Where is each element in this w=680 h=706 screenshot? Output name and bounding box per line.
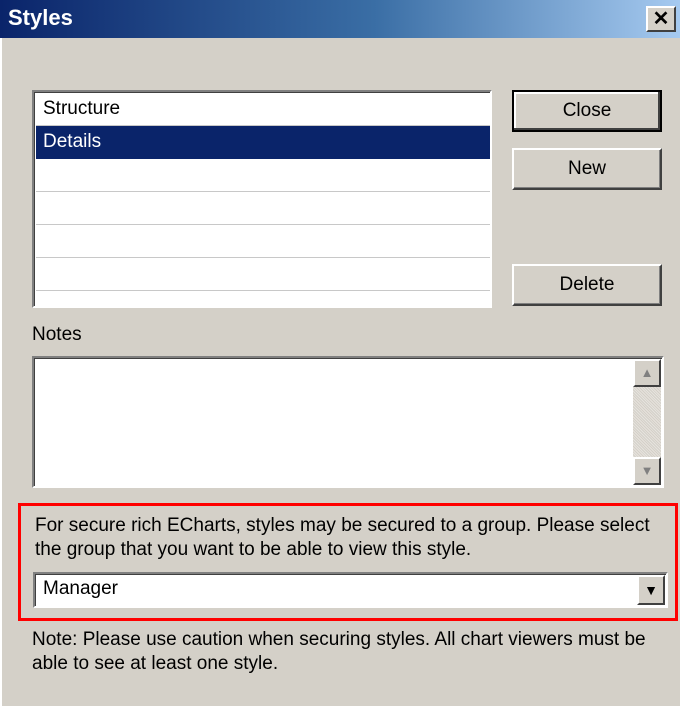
close-button[interactable]: Close (512, 90, 662, 132)
list-item-selected[interactable]: Details (36, 126, 490, 159)
arrow-down-icon: ▼ (640, 463, 654, 478)
list-item[interactable]: Structure (36, 93, 490, 126)
window-close-button[interactable]: ✕ (646, 6, 676, 32)
delete-button[interactable]: Delete (512, 264, 662, 306)
close-icon: ✕ (652, 8, 670, 30)
title-bar: Styles ✕ (0, 0, 680, 38)
scroll-up-button[interactable]: ▲ (633, 359, 661, 387)
arrow-up-icon: ▲ (640, 365, 654, 380)
notes-label: Notes (32, 324, 82, 345)
caution-note: Note: Please use caution when securing s… (32, 629, 646, 674)
styles-listbox[interactable]: Structure Details (32, 90, 492, 308)
list-item[interactable] (36, 258, 490, 291)
new-button[interactable]: New (512, 148, 662, 190)
list-item[interactable] (36, 159, 490, 192)
group-select[interactable]: Manager ▼ (33, 572, 668, 608)
list-item[interactable] (36, 192, 490, 225)
group-select-value: Manager (43, 578, 118, 599)
notes-scrollbar[interactable]: ▲ ▼ (633, 359, 661, 485)
chevron-down-icon: ▼ (644, 582, 658, 598)
window-border (0, 38, 5, 706)
window-title: Styles (8, 5, 73, 30)
scroll-down-button[interactable]: ▼ (633, 457, 661, 485)
group-security-panel: For secure rich ECharts, styles may be s… (18, 503, 678, 621)
group-description: For secure rich ECharts, styles may be s… (35, 515, 650, 560)
list-item[interactable] (36, 225, 490, 258)
notes-textarea[interactable]: ▲ ▼ (32, 356, 664, 488)
dropdown-button[interactable]: ▼ (637, 575, 665, 605)
